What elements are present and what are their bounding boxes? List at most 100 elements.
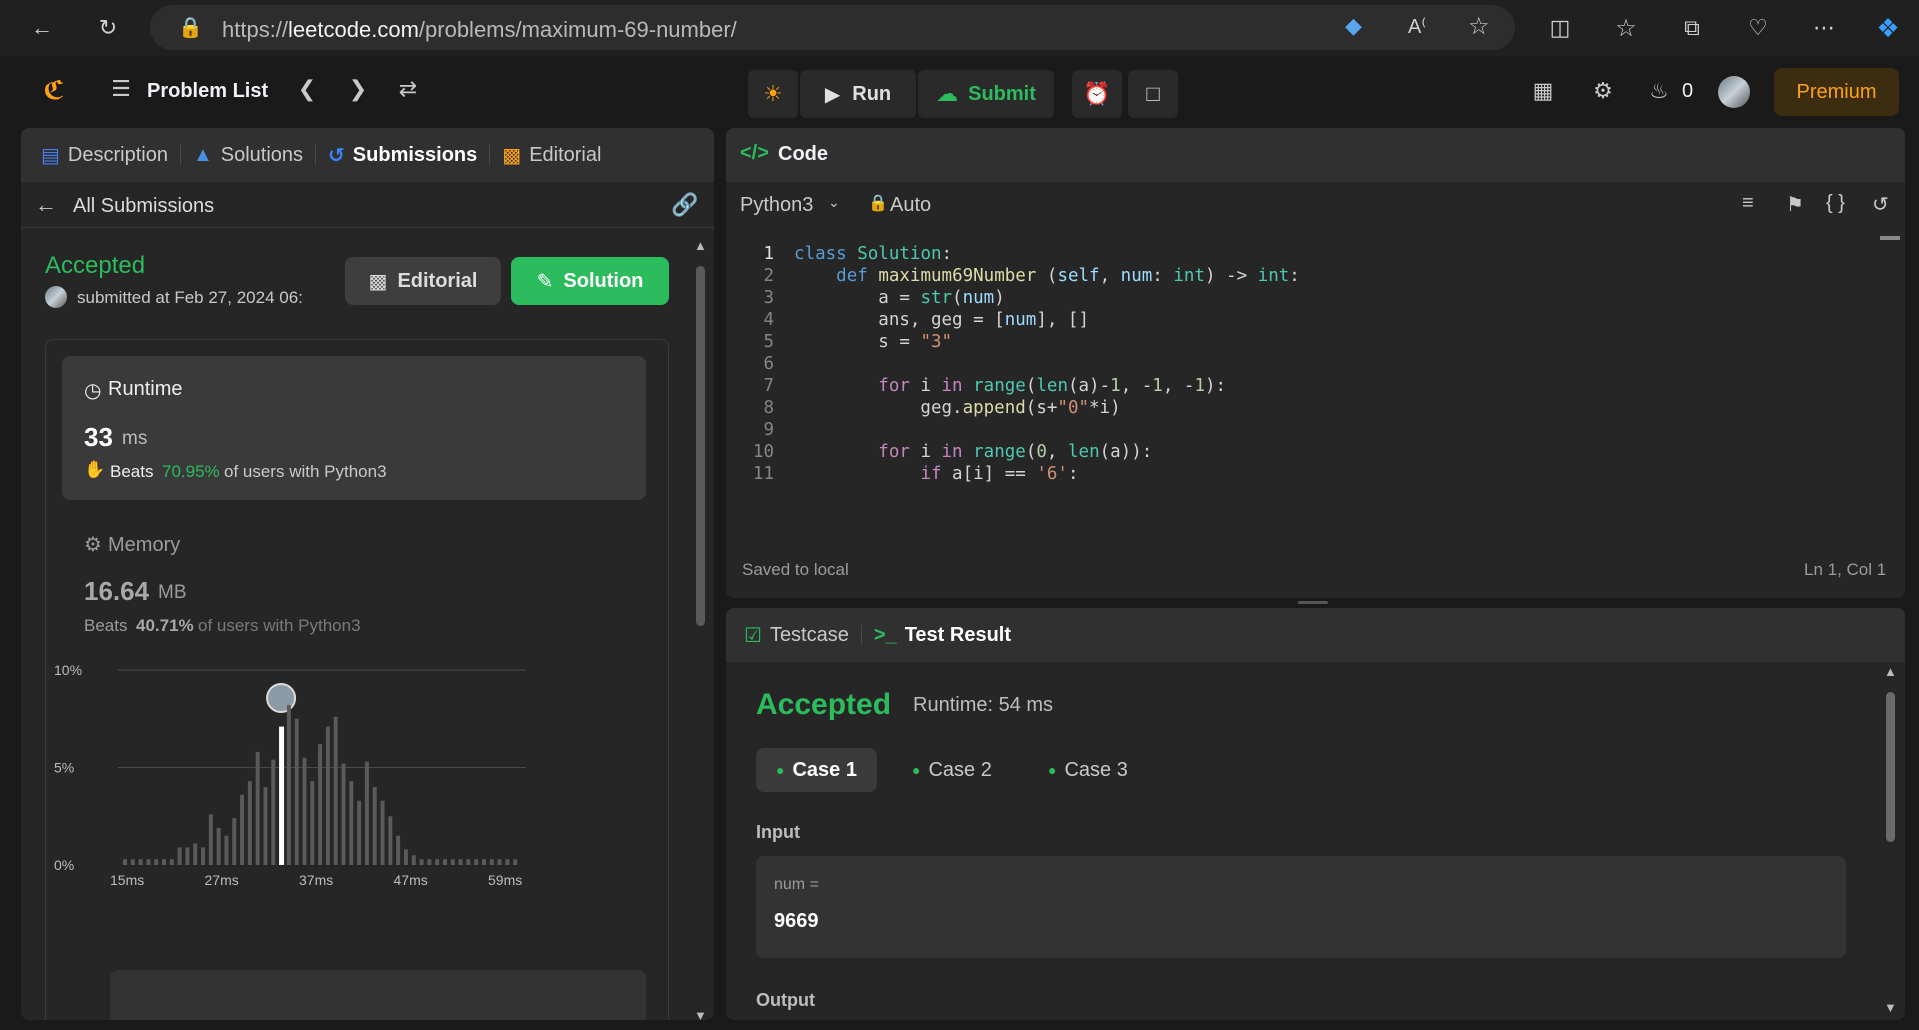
copilot-icon[interactable]: ❖ <box>1870 10 1906 46</box>
case-3-tab[interactable]: ● Case 3 <box>1028 748 1148 792</box>
runtime-value: 33 <box>84 422 113 452</box>
chart-bar <box>146 859 151 865</box>
memory-beats-percent: 40.71% <box>136 616 194 635</box>
y-tick-label: 10% <box>54 662 82 678</box>
back-arrow-icon[interactable]: ← <box>24 10 60 46</box>
runtime-distribution-chart[interactable]: 10% 5% 0% 15ms 27ms 37ms 47ms 59ms <box>46 650 666 950</box>
chart-bar <box>123 859 127 865</box>
scroll-up-icon[interactable]: ▲ <box>1884 664 1897 679</box>
code-line[interactable]: s = "3" <box>794 332 952 359</box>
tab-editorial[interactable]: ▩ Editorial <box>490 143 613 168</box>
back-arrow-icon[interactable]: ← <box>35 192 57 218</box>
collections-icon[interactable]: ⧉ <box>1674 10 1710 46</box>
chart-bar <box>208 814 213 865</box>
reset-icon[interactable]: ↺ <box>1872 192 1889 217</box>
chart-bar-highlight <box>279 726 285 865</box>
streak-count: 0 <box>1682 80 1694 102</box>
list-icon[interactable]: ☰ <box>106 74 136 104</box>
address-bar[interactable]: 🔒 https://leetcode.com/problems/maximum-… <box>150 5 1515 50</box>
shuffle-icon[interactable]: ⇄ <box>392 74 424 104</box>
braces-icon[interactable]: { } <box>1826 192 1845 215</box>
mode-label: Auto <box>890 194 932 216</box>
link-icon[interactable]: 🔗 <box>671 192 698 218</box>
scroll-up-icon[interactable]: ▲ <box>694 238 707 253</box>
chart-bar <box>224 835 229 865</box>
favorites-icon[interactable]: ☆ <box>1608 10 1644 46</box>
favorite-star-icon[interactable]: ☆ <box>1468 12 1490 41</box>
var-value: 9669 <box>774 910 819 932</box>
case-2-tab[interactable]: ● Case 2 <box>892 748 1012 792</box>
resize-handle[interactable] <box>1298 601 1328 604</box>
tab-testcase[interactable]: ☑ Testcase <box>732 623 861 648</box>
tab-test-result[interactable]: >_ Test Result <box>862 624 1023 647</box>
bookmark-icon[interactable]: ⚑ <box>1786 192 1804 217</box>
format-icon[interactable]: ≡ <box>1742 192 1754 215</box>
scroll-down-icon[interactable]: ▼ <box>694 1008 707 1020</box>
layout-grid-icon[interactable]: ▦ <box>1528 76 1558 106</box>
next-problem-icon[interactable]: ❯ <box>343 74 373 104</box>
chart-bar <box>380 800 385 865</box>
test-scrollbar[interactable]: ▲ ▼ <box>1884 664 1898 1016</box>
prev-problem-icon[interactable]: ❮ <box>292 74 322 104</box>
runtime-card[interactable]: ◷ Runtime 33 ms ✋ Beats 70.95% of users … <box>62 356 646 500</box>
tab-submissions[interactable]: ↺ Submissions <box>316 143 489 168</box>
debug-button[interactable]: ☀ <box>748 70 798 118</box>
chart-bar <box>240 794 245 865</box>
accepted-status: Accepted <box>45 252 146 279</box>
chart-bar <box>130 859 135 865</box>
code-line[interactable]: if a[i] == '6': <box>794 464 1078 491</box>
tab-description[interactable]: ▤ Description <box>29 143 180 168</box>
code-line[interactable]: geg.append(s+"0"*i) <box>794 398 1120 425</box>
chevron-down-icon[interactable]: ⌄ <box>828 194 840 211</box>
solution-button[interactable]: ✎ Solution <box>511 257 669 305</box>
left-scrollbar[interactable]: ▲ ▼ <box>693 238 707 1020</box>
memory-beats-suffix: of users with Python3 <box>198 616 361 635</box>
chart-bar <box>442 859 447 865</box>
input-box[interactable]: num = 9669 <box>756 856 1846 958</box>
more-menu-icon[interactable]: ⋯ <box>1806 10 1842 46</box>
coupon-tag-icon[interactable]: ◆ <box>1345 13 1362 39</box>
all-submissions-link[interactable]: All Submissions <box>73 195 214 218</box>
chart-navigator[interactable] <box>110 970 646 1020</box>
chart-bar <box>310 781 315 865</box>
memory-card[interactable]: ⚙ Memory 16.64 MB Beats 40.71% of users … <box>62 516 646 636</box>
runtime-title: Runtime <box>108 378 183 400</box>
read-aloud-icon[interactable]: A⁽ <box>1408 14 1426 39</box>
top-nav: ℭ ☰ Problem List ❮ ❯ ⇄ ☀ ▶ Run ☁ Submit … <box>6 56 1913 126</box>
problem-list-link[interactable]: Problem List <box>147 80 268 103</box>
premium-button[interactable]: Premium <box>1774 68 1899 116</box>
stats-container: ◷ Runtime 33 ms ✋ Beats 70.95% of users … <box>45 339 669 1020</box>
chart-bar <box>481 859 486 865</box>
user-avatar[interactable] <box>1718 76 1750 108</box>
leetcode-logo-icon[interactable]: ℭ <box>36 72 72 108</box>
settings-gear-icon[interactable]: ⚙ <box>1588 76 1618 106</box>
case-1-tab[interactable]: ● Case 1 <box>756 748 877 792</box>
submit-button[interactable]: ☁ Submit <box>918 70 1054 118</box>
alarm-clock-icon[interactable]: ⏰ <box>1072 70 1122 118</box>
split-screen-icon[interactable]: ◫ <box>1542 10 1578 46</box>
scrollbar-thumb[interactable] <box>696 266 705 626</box>
language-select[interactable]: Python3 <box>740 194 813 217</box>
scrollbar-thumb[interactable] <box>1886 692 1895 842</box>
chart-bar <box>474 859 479 865</box>
refresh-icon[interactable]: ↻ <box>90 10 126 46</box>
clap-icon: ✋ <box>84 460 106 479</box>
line-number: 5 <box>763 332 774 352</box>
line-number: 9 <box>763 420 774 440</box>
notes-icon[interactable]: □ <box>1128 70 1178 118</box>
scroll-down-icon[interactable]: ▼ <box>1884 1000 1897 1015</box>
editorial-button[interactable]: ▩ Editorial <box>345 257 501 305</box>
edit-icon: ✎ <box>536 270 554 293</box>
submission-detail: Accepted submitted at Feb 27, 2024 06: ▩… <box>21 228 691 1020</box>
line-number: 2 <box>763 266 774 286</box>
editor-toolbar: Python3 ⌄ 🔒 Auto ≡ ⚑ { } ↺ <box>726 182 1905 228</box>
browser-essentials-icon[interactable]: ♡ <box>1740 10 1776 46</box>
memory-title: Memory <box>108 534 181 556</box>
streak-flame-icon[interactable]: ♨ <box>1644 76 1674 106</box>
chart-bar <box>372 787 377 865</box>
code-editor[interactable]: 1 class Solution: 2 def maximum69Number (s… <box>726 238 1886 530</box>
memory-unit: MB <box>158 582 187 603</box>
run-button[interactable]: ▶ Run <box>800 70 916 118</box>
tab-solutions[interactable]: ▲ Solutions <box>181 144 315 167</box>
line-number: 4 <box>763 310 774 330</box>
